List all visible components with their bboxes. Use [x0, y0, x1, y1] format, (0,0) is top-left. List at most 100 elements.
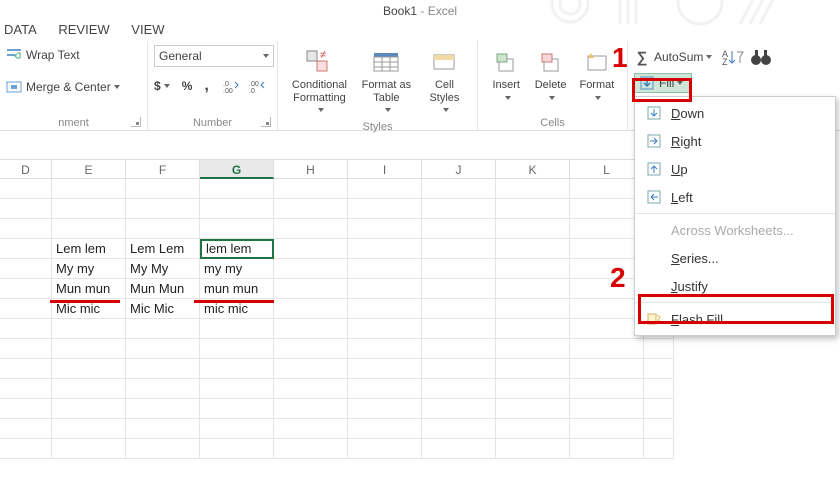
cell[interactable]: [274, 359, 348, 379]
cell[interactable]: [0, 339, 52, 359]
cell[interactable]: [0, 379, 52, 399]
cell[interactable]: [644, 359, 674, 379]
cell[interactable]: [570, 279, 644, 299]
cell[interactable]: [496, 279, 570, 299]
cell[interactable]: [52, 219, 126, 239]
cell[interactable]: [126, 399, 200, 419]
cell[interactable]: [348, 399, 422, 419]
sort-filter-button[interactable]: AZ: [722, 47, 744, 67]
cell[interactable]: [348, 379, 422, 399]
cell[interactable]: [496, 419, 570, 439]
tab-review[interactable]: REVIEW: [58, 22, 109, 37]
cell[interactable]: [126, 339, 200, 359]
cell[interactable]: [126, 199, 200, 219]
format-as-table-button[interactable]: Format as Table: [355, 45, 418, 119]
cell[interactable]: [0, 199, 52, 219]
cell[interactable]: [422, 219, 496, 239]
cell[interactable]: [274, 379, 348, 399]
cell[interactable]: [52, 179, 126, 199]
column-header-I[interactable]: I: [348, 159, 422, 179]
cell[interactable]: [348, 439, 422, 459]
cell[interactable]: [348, 299, 422, 319]
cell[interactable]: [570, 299, 644, 319]
cell[interactable]: [52, 399, 126, 419]
cell[interactable]: [0, 359, 52, 379]
cell[interactable]: [570, 319, 644, 339]
cell[interactable]: [200, 179, 274, 199]
cell[interactable]: [274, 319, 348, 339]
cell[interactable]: [348, 219, 422, 239]
cell[interactable]: [0, 419, 52, 439]
cell[interactable]: Mun mun: [52, 279, 126, 299]
cell[interactable]: [274, 259, 348, 279]
cell[interactable]: [200, 219, 274, 239]
fill-menu-right[interactable]: Right: [635, 127, 835, 155]
fill-menu-series[interactable]: Series...: [635, 244, 835, 272]
cell[interactable]: [496, 299, 570, 319]
cell[interactable]: [0, 439, 52, 459]
column-header-E[interactable]: E: [52, 159, 126, 179]
fill-menu-flash-fill[interactable]: Flash Fill: [635, 305, 835, 333]
dialog-launcher-icon[interactable]: [261, 117, 271, 127]
cell[interactable]: [422, 259, 496, 279]
cell[interactable]: [496, 399, 570, 419]
cell[interactable]: [52, 419, 126, 439]
cell[interactable]: [200, 319, 274, 339]
currency-button[interactable]: $: [154, 79, 170, 93]
cell[interactable]: [52, 339, 126, 359]
cell[interactable]: mun mun: [200, 279, 274, 299]
cell[interactable]: [422, 239, 496, 259]
autosum-button[interactable]: ∑ AutoSum AZ: [634, 47, 834, 67]
cell[interactable]: [0, 299, 52, 319]
cell[interactable]: lem lem: [200, 239, 274, 259]
column-header-H[interactable]: H: [274, 159, 348, 179]
cell[interactable]: Mic mic: [52, 299, 126, 319]
cell[interactable]: [570, 439, 644, 459]
cell[interactable]: [496, 439, 570, 459]
cell[interactable]: [0, 259, 52, 279]
cell[interactable]: [348, 339, 422, 359]
cell[interactable]: Mun Mun: [126, 279, 200, 299]
cell[interactable]: [496, 179, 570, 199]
delete-button[interactable]: Delete: [528, 45, 572, 115]
cell[interactable]: [200, 399, 274, 419]
increase-decimal-button[interactable]: .0.00: [223, 79, 239, 93]
cell[interactable]: [570, 239, 644, 259]
cell[interactable]: [496, 359, 570, 379]
cell[interactable]: [200, 359, 274, 379]
insert-button[interactable]: Insert: [484, 45, 528, 115]
cell[interactable]: [274, 239, 348, 259]
cell[interactable]: [200, 199, 274, 219]
cell[interactable]: [570, 219, 644, 239]
column-header-F[interactable]: F: [126, 159, 200, 179]
cell[interactable]: [422, 319, 496, 339]
cell[interactable]: [496, 199, 570, 219]
cell[interactable]: [422, 359, 496, 379]
tab-view[interactable]: VIEW: [131, 22, 164, 37]
column-header-K[interactable]: K: [496, 159, 570, 179]
cell[interactable]: [570, 199, 644, 219]
find-select-button[interactable]: [750, 47, 772, 67]
wrap-text-button[interactable]: Wrap Text: [6, 47, 141, 63]
cell[interactable]: [348, 199, 422, 219]
comma-button[interactable]: ,: [204, 77, 208, 95]
cell[interactable]: [0, 179, 52, 199]
fill-menu-left[interactable]: Left: [635, 183, 835, 211]
decrease-decimal-button[interactable]: .00.0: [249, 79, 265, 93]
cell[interactable]: [570, 419, 644, 439]
cell[interactable]: [274, 439, 348, 459]
cell[interactable]: [200, 419, 274, 439]
cell[interactable]: [348, 179, 422, 199]
cell[interactable]: [126, 379, 200, 399]
cell[interactable]: My My: [126, 259, 200, 279]
cell[interactable]: [644, 439, 674, 459]
cell[interactable]: [570, 399, 644, 419]
cell[interactable]: [274, 399, 348, 419]
cell[interactable]: [496, 319, 570, 339]
column-header-L[interactable]: L: [570, 159, 644, 179]
cell[interactable]: [52, 359, 126, 379]
fill-button[interactable]: Fill: [634, 73, 692, 93]
cell[interactable]: [52, 199, 126, 219]
cell[interactable]: [348, 319, 422, 339]
cell[interactable]: [126, 179, 200, 199]
